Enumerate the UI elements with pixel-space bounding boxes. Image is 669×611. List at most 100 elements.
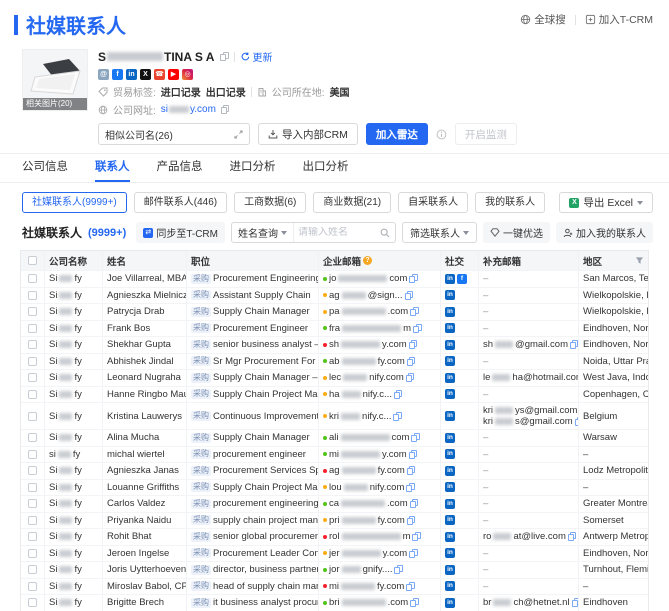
row-checkbox[interactable]: [28, 274, 37, 284]
linkedin-icon[interactable]: in: [445, 482, 455, 493]
linkedin-icon[interactable]: in: [445, 356, 455, 367]
contact-source-pill[interactable]: 社媒联系人(9999+): [22, 192, 127, 213]
copy-icon[interactable]: [406, 581, 415, 591]
row-checkbox[interactable]: [28, 356, 37, 366]
linkedin-icon[interactable]: in: [445, 531, 455, 542]
row-checkbox[interactable]: [28, 482, 37, 492]
add-tcrm-link[interactable]: 加入T-CRM: [585, 12, 653, 27]
info-icon[interactable]: [436, 129, 447, 140]
linkedin-icon[interactable]: in: [445, 432, 455, 443]
one-click-select-button[interactable]: 一键优选: [483, 222, 550, 243]
copy-icon[interactable]: [409, 274, 418, 284]
copy-icon[interactable]: [404, 290, 414, 300]
copy-icon[interactable]: [405, 373, 415, 383]
contact-source-pill[interactable]: 我的联系人: [475, 192, 546, 213]
help-icon[interactable]: ?: [363, 256, 373, 265]
linkedin-icon[interactable]: in: [445, 339, 455, 350]
row-checkbox[interactable]: [28, 411, 37, 421]
row-checkbox[interactable]: [28, 565, 37, 575]
linkedin-icon[interactable]: in: [445, 372, 455, 383]
linkedin-icon[interactable]: in: [445, 323, 455, 334]
copy-icon[interactable]: [406, 482, 415, 492]
linkedin-icon[interactable]: in: [445, 465, 455, 476]
linkedin-icon[interactable]: in: [445, 581, 455, 592]
instagram-icon[interactable]: ◎: [182, 69, 193, 80]
tab-item[interactable]: 出口分析: [303, 154, 349, 182]
select-all-checkbox[interactable]: [28, 256, 37, 265]
similar-companies-selector[interactable]: 相似公司名(26): [98, 123, 250, 145]
tab-item[interactable]: 进口分析: [230, 154, 276, 182]
import-crm-button[interactable]: 导入内部CRM: [258, 123, 358, 145]
copy-icon[interactable]: [567, 532, 577, 542]
row-checkbox[interactable]: [28, 499, 37, 509]
youtube-icon[interactable]: ▶: [168, 69, 179, 80]
copy-icon[interactable]: [413, 323, 422, 333]
export-excel-button[interactable]: X 导出 Excel: [559, 192, 653, 213]
row-checkbox[interactable]: [28, 515, 37, 525]
row-checkbox[interactable]: [28, 340, 37, 350]
facebook-icon[interactable]: f: [112, 69, 123, 80]
linkedin-icon[interactable]: in: [445, 389, 455, 400]
row-checkbox[interactable]: [28, 532, 37, 542]
linkedin-icon[interactable]: in: [445, 548, 455, 559]
copy-icon[interactable]: [411, 433, 420, 443]
linkedin-icon[interactable]: in: [445, 515, 455, 526]
contact-source-pill[interactable]: 邮件联系人(446): [133, 192, 228, 213]
copy-icon[interactable]: [569, 340, 578, 350]
tab-item[interactable]: 产品信息: [157, 154, 203, 182]
row-checkbox[interactable]: [28, 466, 37, 476]
tab-item[interactable]: 公司信息: [22, 154, 68, 182]
import-records-link[interactable]: 进口记录: [161, 84, 201, 99]
linkedin-icon[interactable]: in: [126, 69, 137, 80]
linkedin-icon[interactable]: in: [445, 273, 455, 284]
row-checkbox[interactable]: [28, 449, 37, 459]
copy-icon[interactable]: [394, 565, 403, 575]
refresh-button[interactable]: 更新: [241, 49, 272, 64]
copy-icon[interactable]: [220, 52, 229, 61]
phone-icon[interactable]: ☎: [154, 69, 165, 80]
add-radar-button[interactable]: 加入雷达: [365, 123, 428, 145]
export-records-link[interactable]: 出口记录: [206, 84, 246, 99]
copy-icon[interactable]: [408, 449, 418, 459]
tab-item[interactable]: 联系人: [95, 154, 130, 182]
copy-icon[interactable]: [408, 340, 418, 350]
row-checkbox[interactable]: [28, 548, 37, 558]
linkedin-icon[interactable]: in: [445, 498, 455, 509]
row-checkbox[interactable]: [28, 290, 37, 300]
row-checkbox[interactable]: [28, 323, 37, 333]
company-image[interactable]: 相关图片(20): [22, 49, 88, 111]
filter-contacts-button[interactable]: 筛选联系人: [402, 222, 477, 243]
start-monitor-button[interactable]: 开启监测: [454, 123, 517, 145]
search-icon[interactable]: [380, 228, 390, 238]
linkedin-icon[interactable]: in: [445, 306, 455, 317]
linkedin-icon[interactable]: in: [445, 411, 455, 421]
copy-icon[interactable]: [409, 499, 419, 509]
copy-icon[interactable]: [406, 466, 416, 476]
filter-funnel-icon[interactable]: [635, 256, 644, 265]
copy-icon[interactable]: [393, 411, 402, 421]
copy-icon[interactable]: [410, 307, 419, 317]
copy-icon[interactable]: [393, 389, 403, 399]
copy-icon[interactable]: [406, 356, 416, 366]
copy-icon[interactable]: [220, 105, 230, 114]
add-my-contacts-button[interactable]: 加入我的联系人: [556, 222, 653, 243]
copy-icon[interactable]: [406, 515, 416, 525]
copy-icon[interactable]: [409, 548, 418, 558]
x-icon[interactable]: X: [140, 69, 151, 80]
linkedin-icon[interactable]: in: [445, 449, 455, 460]
row-checkbox[interactable]: [28, 373, 37, 383]
linkedin-icon[interactable]: in: [445, 564, 455, 575]
name-query-dropdown[interactable]: 姓名查询: [232, 223, 294, 242]
copy-icon[interactable]: [412, 532, 421, 542]
contact-source-pill[interactable]: 自采联系人: [398, 192, 469, 213]
row-checkbox[interactable]: [28, 433, 37, 443]
linkedin-icon[interactable]: in: [445, 290, 455, 301]
website-link[interactable]: si y.com: [161, 104, 216, 115]
contact-source-pill[interactable]: 商业数据(21): [313, 192, 392, 213]
row-checkbox[interactable]: [28, 307, 37, 317]
global-search-link[interactable]: 全球搜: [520, 12, 566, 27]
facebook-icon[interactable]: f: [457, 273, 467, 284]
row-checkbox[interactable]: [28, 581, 37, 591]
row-checkbox[interactable]: [28, 389, 37, 399]
website-icon[interactable]: @: [98, 69, 109, 80]
